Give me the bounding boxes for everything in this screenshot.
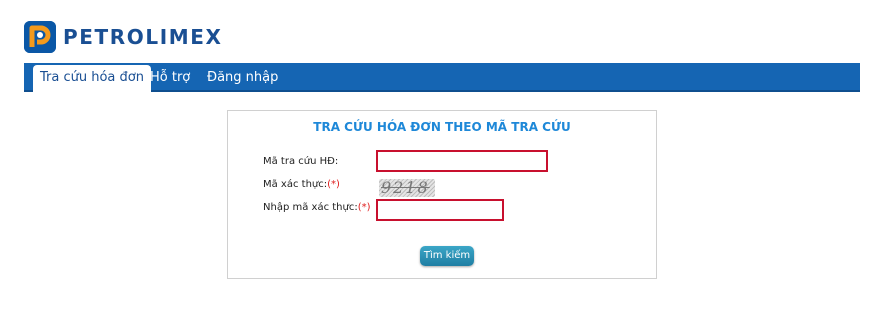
nav-tab-support[interactable]: Hỗ trợ <box>150 63 190 92</box>
captcha-label-text: Mã xác thực: <box>263 179 328 190</box>
search-button[interactable]: Tìm kiếm <box>420 246 474 266</box>
captcha-input-label: Nhập mã xác thực:(*) <box>263 202 371 213</box>
required-mark: (*) <box>357 202 371 213</box>
lookup-code-label: Mã tra cứu HĐ: <box>263 156 338 167</box>
main-nav: Tra cứu hóa đơn Hỗ trợ Đăng nhập <box>24 63 860 92</box>
panel-title: TRA CỨU HÓA ĐƠN THEO MÃ TRA CỨU <box>313 120 571 134</box>
lookup-code-input[interactable] <box>376 150 548 172</box>
nav-tab-login[interactable]: Đăng nhập <box>207 63 278 92</box>
petrolimex-logo-icon <box>24 21 56 53</box>
captcha-input[interactable] <box>376 199 504 221</box>
captcha-text: 9218 <box>381 179 430 197</box>
nav-tab-invoice-lookup[interactable]: Tra cứu hóa đơn <box>33 65 151 92</box>
captcha-input-label-text: Nhập mã xác thực: <box>263 202 358 213</box>
brand-logo[interactable]: PETROLIMEX <box>24 21 223 53</box>
lookup-code-label-text: Mã tra cứu HĐ: <box>263 156 339 167</box>
captcha-image: 9218 <box>379 179 435 197</box>
captcha-label: Mã xác thực:(*) <box>263 179 340 190</box>
brand-name: PETROLIMEX <box>63 25 223 49</box>
invoice-lookup-panel: TRA CỨU HÓA ĐƠN THEO MÃ TRA CỨU Mã tra c… <box>227 110 657 279</box>
required-mark: (*) <box>327 179 340 190</box>
